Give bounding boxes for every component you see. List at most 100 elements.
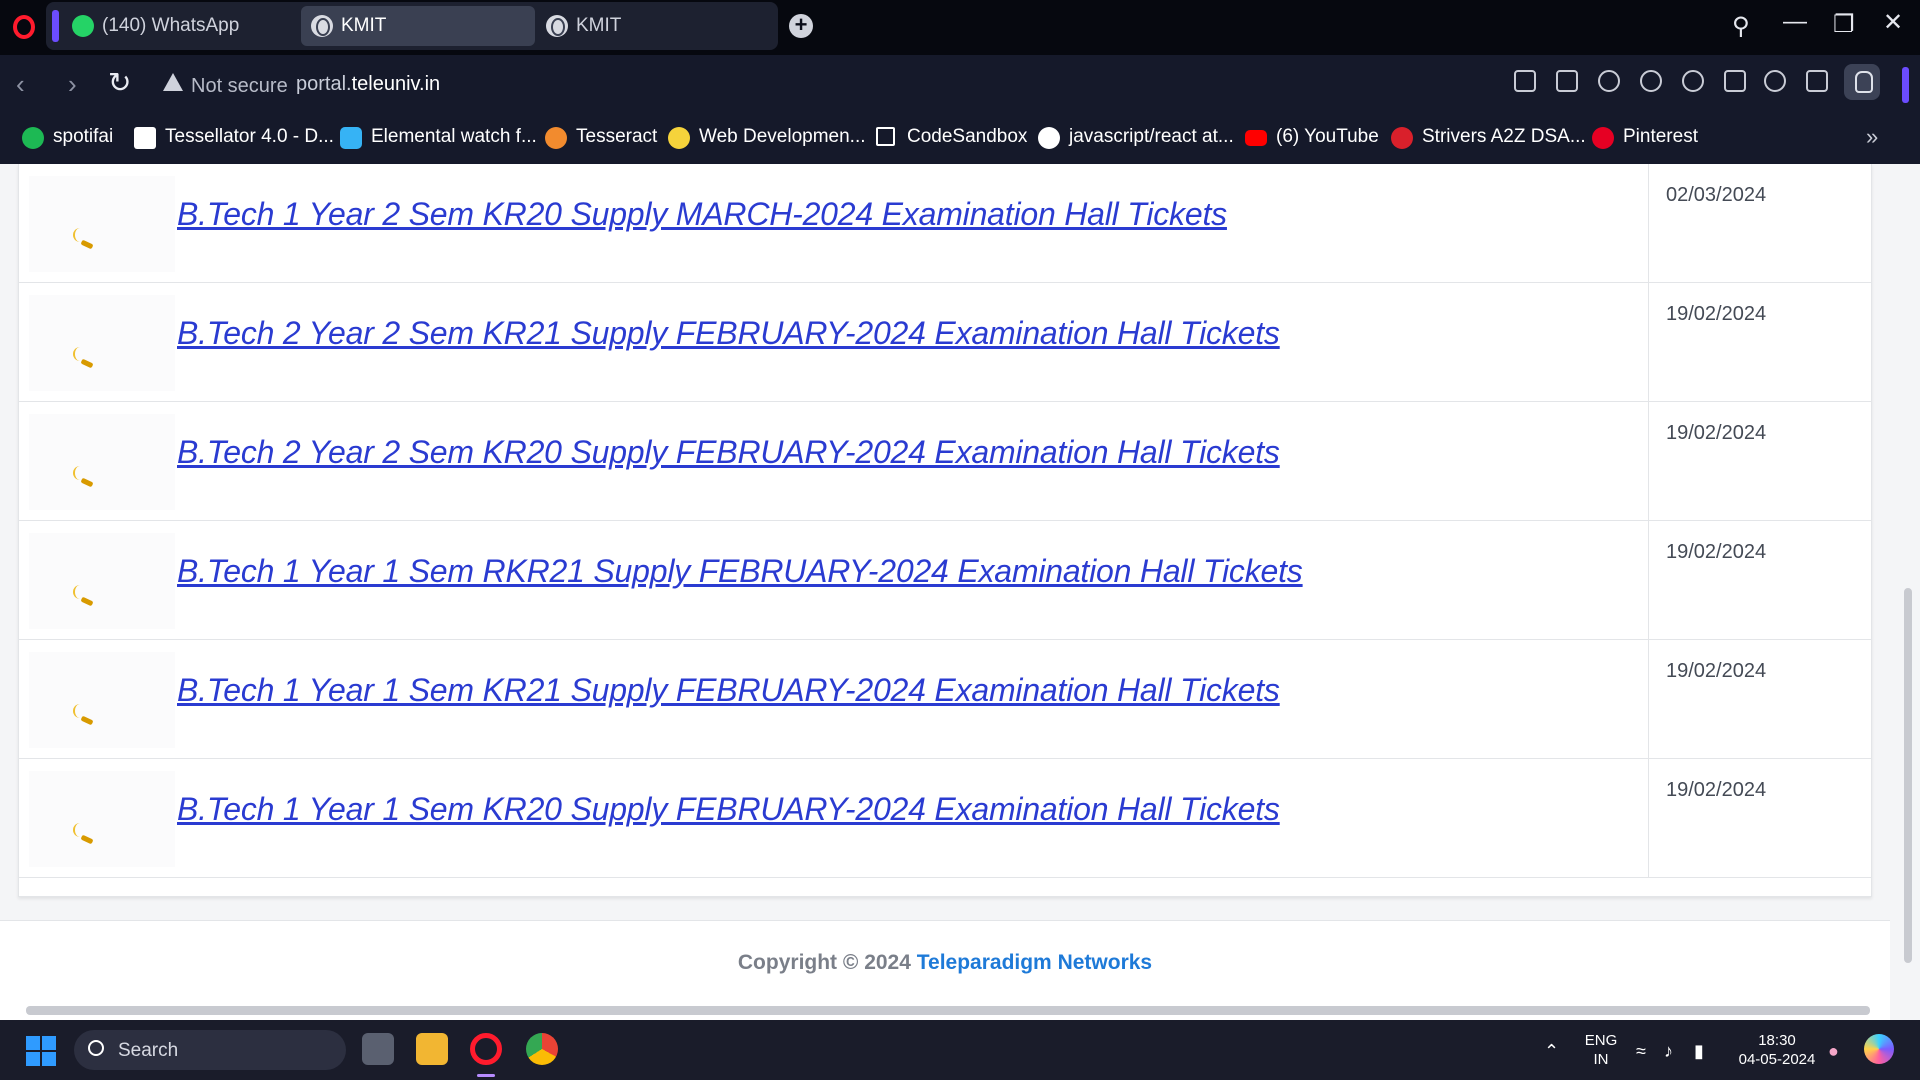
bookmark-codesandbox[interactable]: CodeSandbox: [876, 126, 1027, 148]
copilot-icon[interactable]: [1864, 1034, 1894, 1064]
windows-start-icon[interactable]: [26, 1036, 56, 1066]
security-status[interactable]: Not secure: [191, 75, 288, 98]
tab-label: KMIT: [576, 15, 622, 36]
search-label: Search: [118, 1040, 179, 1061]
horizontal-scrollbar[interactable]: [26, 1006, 1870, 1015]
bookmark-label: Elemental watch f...: [371, 126, 537, 147]
hall-ticket-link[interactable]: B.Tech 1 Year 1 Sem RKR21 Supply FEBRUAR…: [177, 553, 1303, 590]
language-indicator[interactable]: ENG IN: [1580, 1031, 1622, 1069]
download-icon[interactable]: [1724, 70, 1746, 92]
opera-menu-icon[interactable]: [13, 15, 35, 39]
tab-whatsapp[interactable]: (140) WhatsApp: [62, 6, 294, 46]
easy-setup-icon[interactable]: [1806, 70, 1828, 92]
back-button[interactable]: ‹: [16, 69, 25, 100]
publish-date: 19/02/2024: [1666, 779, 1767, 801]
hall-ticket-link[interactable]: B.Tech 1 Year 1 Sem KR20 Supply FEBRUARY…: [177, 791, 1280, 828]
bookmark-tesseract[interactable]: Tesseract: [545, 126, 658, 149]
table-row: B.Tech 2 Year 2 Sem KR20 Supply FEBRUARY…: [19, 402, 1871, 521]
document-thumbnail: [29, 414, 175, 510]
document-thumbnail: [29, 652, 175, 748]
hall-ticket-link[interactable]: B.Tech 2 Year 2 Sem KR20 Supply FEBRUARY…: [177, 434, 1280, 471]
wifi-icon[interactable]: ≈: [1636, 1041, 1646, 1062]
tab-label: (140) WhatsApp: [102, 15, 240, 36]
address-bar: ‹ › ↻ Not secure portal.teleuniv.in: [0, 55, 1920, 112]
document-thumbnail: [29, 533, 175, 629]
bookmark-label: CodeSandbox: [907, 126, 1028, 147]
bookmark-web-development[interactable]: Web Developmen...: [668, 126, 866, 149]
reload-button[interactable]: ↻: [108, 66, 131, 99]
tessellator-icon: [134, 127, 156, 149]
hall-ticket-link[interactable]: B.Tech 2 Year 2 Sem KR21 Supply FEBRUARY…: [177, 315, 1280, 352]
bookmark-label: Web Developmen...: [699, 126, 866, 147]
table-row: B.Tech 1 Year 1 Sem KR21 Supply FEBRUARY…: [19, 640, 1871, 759]
warning-icon[interactable]: [163, 73, 183, 91]
shield-icon[interactable]: [1598, 70, 1620, 92]
tab-kmit-active[interactable]: KMIT: [301, 6, 535, 46]
tab-kmit[interactable]: KMIT: [536, 6, 766, 46]
table-row: B.Tech 1 Year 1 Sem KR20 Supply FEBRUARY…: [19, 759, 1871, 878]
globe-icon: [311, 15, 333, 37]
bookmark-label: Strivers A2Z DSA...: [1422, 126, 1586, 147]
bookmark-elemental[interactable]: Elemental watch f...: [340, 126, 537, 149]
new-tab-button[interactable]: +: [789, 14, 813, 38]
youtube-icon: [1245, 130, 1267, 146]
elemental-icon: [340, 127, 362, 149]
bookmark-javascript-react[interactable]: javascript/react at...: [1038, 126, 1234, 149]
search-icon: [88, 1040, 104, 1056]
volume-icon[interactable]: ♪: [1664, 1041, 1673, 1062]
forward-button[interactable]: ›: [68, 69, 77, 100]
pinterest-icon: [1592, 127, 1614, 149]
chrome-icon[interactable]: [526, 1033, 558, 1065]
bookmark-label: Tessellator 4.0 - D...: [165, 126, 334, 147]
windows-taskbar: Search ⌃ ENG IN ≈ ♪ ▮ 18:30 04-05-2024 ●: [0, 1020, 1920, 1080]
clock[interactable]: 18:30 04-05-2024: [1734, 1031, 1820, 1069]
notification-bell-icon[interactable]: ●: [1828, 1041, 1839, 1062]
loading-spinner-icon: [73, 347, 87, 361]
chevron-double-right-icon[interactable]: »: [1866, 124, 1878, 150]
minimize-button[interactable]: —: [1783, 8, 1807, 36]
camera-icon[interactable]: [1556, 70, 1578, 92]
takeuforward-icon: [1391, 127, 1413, 149]
bookmark-youtube[interactable]: (6) YouTube: [1245, 126, 1379, 148]
bookmark-strivers[interactable]: Strivers A2Z DSA...: [1391, 126, 1586, 149]
bookmark-label: Tesseract: [576, 126, 658, 147]
bookmark-spotifai[interactable]: spotifai: [22, 126, 114, 149]
publish-date: 02/03/2024: [1666, 184, 1767, 206]
hall-ticket-link[interactable]: B.Tech 1 Year 2 Sem KR20 Supply MARCH-20…: [177, 196, 1227, 233]
tab-label: KMIT: [341, 15, 387, 36]
document-thumbnail: [29, 295, 175, 391]
search-tabs-icon[interactable]: ⚲: [1732, 12, 1750, 41]
company-link[interactable]: Teleparadigm Networks: [917, 951, 1152, 974]
url-field[interactable]: portal.teleuniv.in: [296, 73, 440, 96]
chevron-up-icon[interactable]: ⌃: [1544, 1041, 1559, 1062]
document-thumbnail: [29, 771, 175, 867]
loading-spinner-icon: [73, 585, 87, 599]
calculator-icon[interactable]: [362, 1033, 394, 1065]
loading-spinner-icon: [73, 228, 87, 242]
vertical-scrollbar[interactable]: [1904, 588, 1912, 963]
date-cell: 19/02/2024: [1648, 640, 1871, 758]
taskbar-search[interactable]: Search: [74, 1030, 346, 1070]
opera-icon[interactable]: [470, 1033, 502, 1065]
loading-spinner-icon: [73, 466, 87, 480]
edit-share-icon[interactable]: [1514, 70, 1536, 92]
battery-icon[interactable]: ▮: [1694, 1041, 1704, 1062]
clock-date: 04-05-2024: [1738, 1051, 1816, 1068]
loading-spinner-icon: [73, 704, 87, 718]
copyright-text: Copyright © 2024 Teleparadigm Networks: [0, 951, 1890, 975]
restore-button[interactable]: ❐: [1833, 10, 1855, 39]
date-cell: 19/02/2024: [1648, 283, 1871, 401]
play-icon[interactable]: [1640, 70, 1662, 92]
heart-icon[interactable]: [1682, 70, 1704, 92]
file-explorer-icon[interactable]: [416, 1033, 448, 1065]
profile-icon[interactable]: [1844, 64, 1880, 100]
bookmark-pinterest[interactable]: Pinterest: [1592, 126, 1698, 149]
bookmark-tessellator[interactable]: Tessellator 4.0 - D...: [134, 126, 334, 149]
battery-saver-icon[interactable]: [1764, 70, 1786, 92]
bookmark-label: spotifai: [53, 126, 114, 147]
region-code: IN: [1593, 1051, 1609, 1068]
date-cell: 02/03/2024: [1648, 164, 1871, 282]
close-window-button[interactable]: ✕: [1883, 8, 1903, 37]
publish-date: 19/02/2024: [1666, 303, 1767, 325]
hall-ticket-link[interactable]: B.Tech 1 Year 1 Sem KR21 Supply FEBRUARY…: [177, 672, 1280, 709]
